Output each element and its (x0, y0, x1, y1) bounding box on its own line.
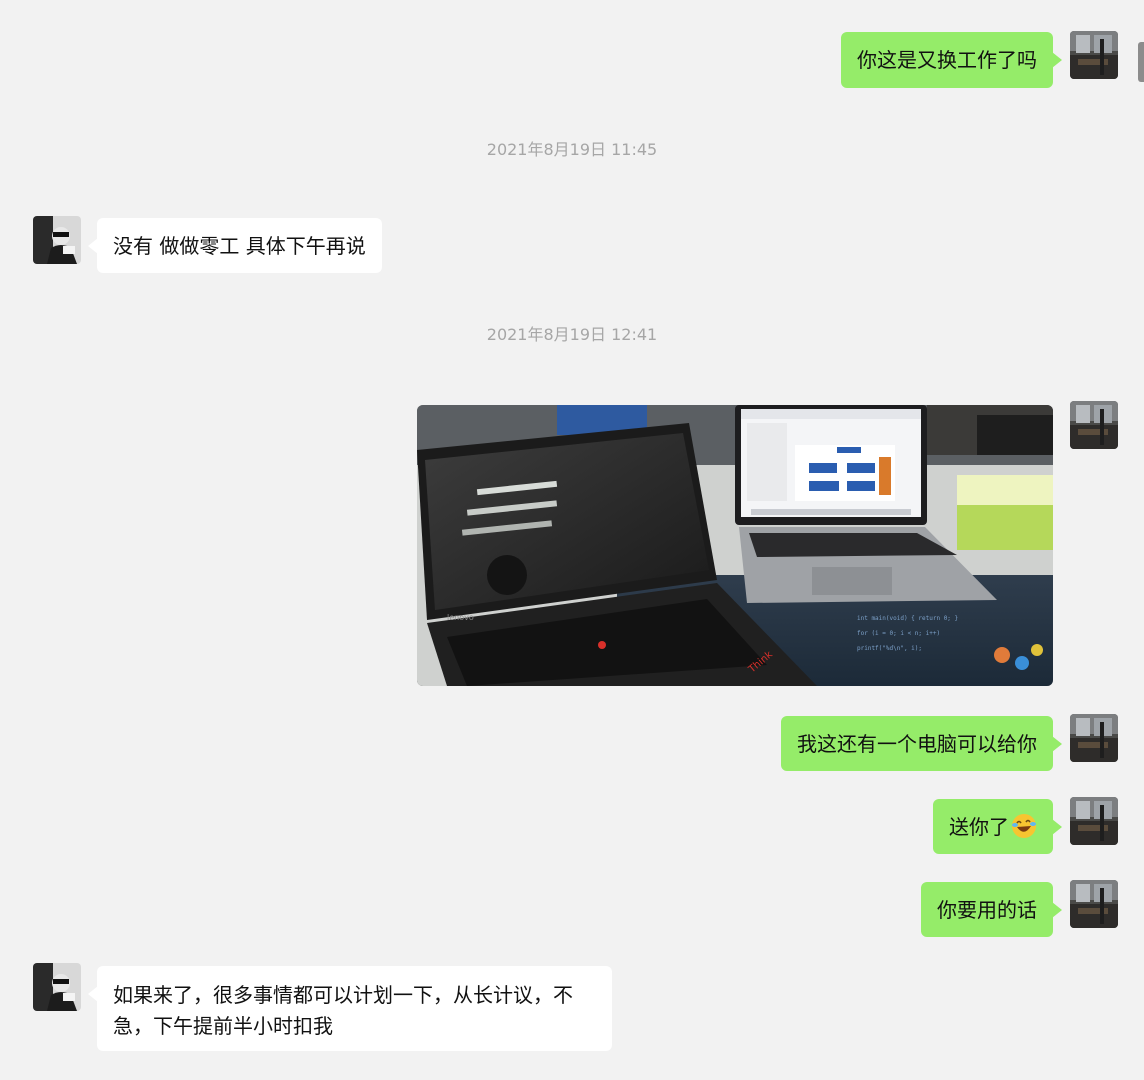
my-message-bubble[interactable]: 你这是又换工作了吗 (841, 32, 1062, 88)
message-text: 没有 做做零工 具体下午再说 (113, 234, 366, 258)
my-avatar-image (1070, 714, 1118, 762)
timestamp: 2021年8月19日 12:41 (486, 325, 658, 344)
message-text: 送你了 (949, 815, 1009, 839)
contact-message-bubble[interactable]: 如果来了，很多事情都可以计划一下，从长计议，不急，下午提前半小时扣我 (88, 966, 612, 1051)
my-avatar-image (1070, 31, 1118, 79)
my-message-bubble[interactable]: 你要用的话 (921, 882, 1062, 937)
scrollbar-handle[interactable] (1138, 42, 1144, 82)
laughing-tears-emoji (1012, 814, 1036, 838)
svg-text:printf("%d\n", i);: printf("%d\n", i); (857, 645, 922, 652)
my-avatar-image (1070, 797, 1118, 845)
my-message-bubble[interactable]: 我这还有一个电脑可以给你 (781, 716, 1062, 771)
my-avatar[interactable] (1070, 797, 1118, 845)
my-avatar-image (1070, 401, 1118, 449)
message-text: 我这还有一个电脑可以给你 (797, 732, 1037, 756)
svg-text:for (i = 0; i < n; i++): for (i = 0; i < n; i++) (857, 630, 940, 637)
contact-avatar[interactable] (33, 216, 81, 264)
my-message-bubble[interactable]: 送你了 (933, 799, 1062, 854)
contact-message-bubble[interactable]: 没有 做做零工 具体下午再说 (88, 218, 382, 273)
timestamp: 2021年8月19日 11:45 (486, 140, 658, 159)
contact-avatar-image (33, 216, 81, 264)
my-avatar[interactable] (1070, 714, 1118, 762)
contact-avatar-image (33, 963, 81, 1011)
my-avatar[interactable] (1070, 31, 1118, 79)
message-text: 你这是又换工作了吗 (857, 48, 1037, 72)
my-avatar[interactable] (1070, 401, 1118, 449)
laptops-photo-image: int main(void) { return 0; } for (i = 0;… (417, 405, 1053, 686)
my-avatar[interactable] (1070, 880, 1118, 928)
contact-avatar[interactable] (33, 963, 81, 1011)
chat-history[interactable]: 你这是又换工作了吗 2021年8月19日 11:45 没有 做做零工 具体下午再… (0, 0, 1144, 1080)
shared-photo-laptops[interactable]: int main(void) { return 0; } for (i = 0;… (417, 405, 1053, 686)
svg-text:lenovo: lenovo (447, 613, 474, 622)
message-text: 你要用的话 (937, 898, 1037, 922)
message-text: 如果来了，很多事情都可以计划一下，从长计议，不急，下午提前半小时扣我 (113, 983, 573, 1038)
svg-text:int main(void) { return 0; }: int main(void) { return 0; } (857, 615, 958, 622)
my-avatar-image (1070, 880, 1118, 928)
